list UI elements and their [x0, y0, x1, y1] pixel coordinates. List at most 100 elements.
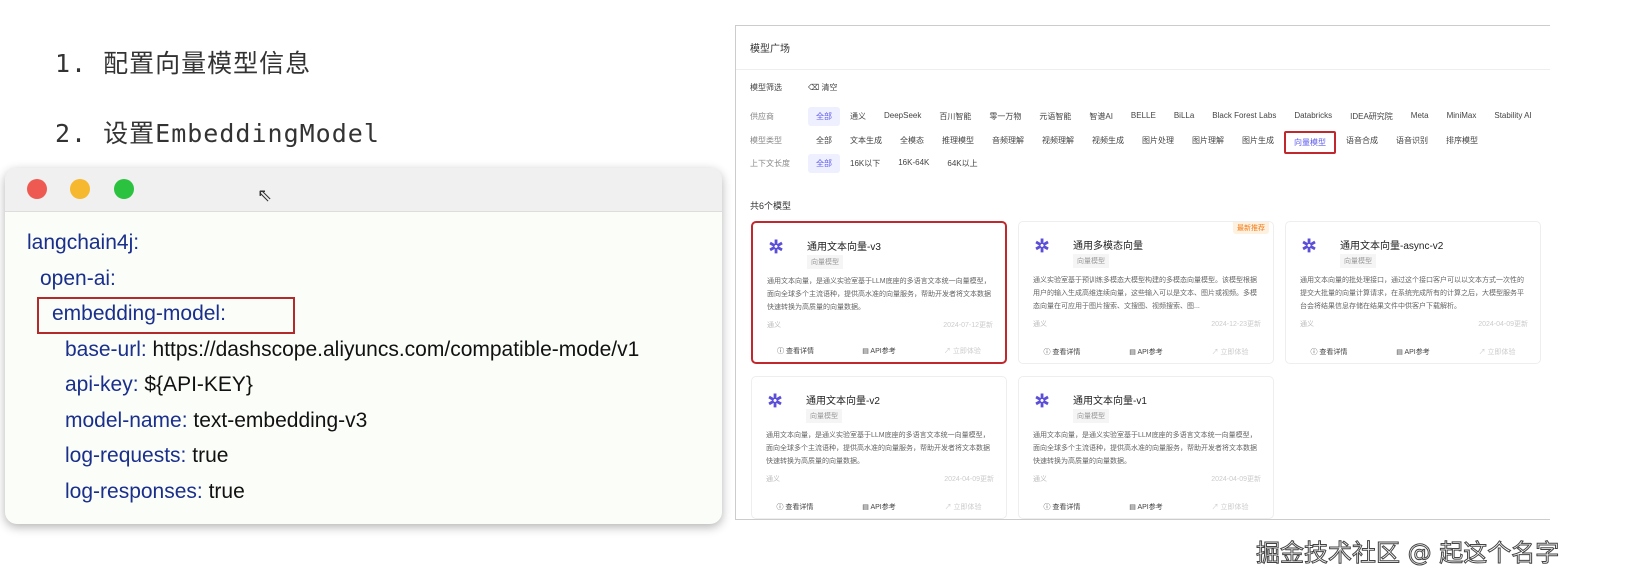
close-button[interactable]	[27, 179, 47, 199]
view-details-button[interactable]: ⓘ 查看详情	[1310, 347, 1347, 357]
tongyi-logo-icon: ✲	[1034, 391, 1050, 411]
filter-chip[interactable]: IDEA研究院	[1342, 107, 1401, 126]
model-card[interactable]: ✲ 通用文本向量-v2 向量模型 通用文本向量，是通义实验室基于LLM底座的多语…	[751, 376, 1007, 519]
model-description: 通用文本向量，是通义实验室基于LLM底座的多语言文本统一向量模型，面向全球多个主…	[1033, 432, 1257, 465]
yaml-key: base-url:	[65, 337, 147, 361]
filter-chip[interactable]: MiniMax	[1439, 107, 1485, 126]
card-actions: ⓘ 查看详情 ▤ API参考 ↗ 立即体验	[1019, 347, 1273, 357]
yaml-key: open-ai:	[40, 266, 116, 290]
code-line: log-responses: true	[65, 480, 245, 504]
view-details-button[interactable]: ⓘ 查看详情	[777, 346, 814, 356]
minimize-button[interactable]	[70, 179, 90, 199]
model-name[interactable]: 通用文本向量-v1	[1073, 392, 1147, 407]
api-reference-button[interactable]: ▤ API参考	[1396, 347, 1429, 357]
view-details-button[interactable]: ⓘ 查看详情	[1043, 347, 1080, 357]
model-updated-date: 2024-12-23更新	[1211, 321, 1261, 328]
filter-chip[interactable]: 图片理解	[1184, 131, 1232, 154]
api-reference-button[interactable]: ▤ API参考	[862, 502, 895, 512]
filter-chip[interactable]: 全部	[808, 154, 840, 173]
filter-chip[interactable]: Databricks	[1286, 107, 1340, 126]
filter-row: 全部 16K以下 16K-64K 64K以上	[808, 154, 988, 173]
code-line: api-key: ${API-KEY}	[65, 373, 253, 397]
model-tag: 向量模型	[807, 255, 843, 269]
filter-chip[interactable]: 音频理解	[984, 131, 1032, 154]
card-actions: ⓘ 查看详情 ▤ API参考 ↗ 立即体验	[753, 346, 1005, 356]
highlight-box	[37, 297, 295, 334]
model-provider: 通义	[767, 322, 781, 329]
api-reference-button[interactable]: ▤ API参考	[1129, 502, 1162, 512]
code-line: open-ai:	[40, 267, 116, 291]
filter-chip[interactable]: 全部	[808, 131, 840, 154]
model-card[interactable]: ✲ 通用文本向量-async-v2 向量模型 通用文本向量的批处理接口，通过这个…	[1285, 221, 1541, 364]
model-tag: 向量模型	[1340, 254, 1376, 268]
filter-chip[interactable]: 16K-64K	[890, 154, 937, 173]
model-description: 通用文本向量的批处理接口，通过这个接口客户可以以文本方式一次性的提交大批量的向量…	[1300, 277, 1524, 310]
filter-chip[interactable]: DeepSeek	[876, 107, 929, 126]
filter-chip[interactable]: Meta	[1403, 107, 1437, 126]
filter-chip[interactable]: 全部	[808, 107, 840, 126]
yaml-key: langchain4j:	[27, 231, 140, 254]
filter-chip[interactable]: 16K以下	[842, 154, 888, 173]
model-card[interactable]: ✲ 通用文本向量-v3 向量模型 通用文本向量，是通义实验室基于LLM底座的多语…	[751, 221, 1007, 364]
yaml-value: text-embedding-v3	[187, 408, 368, 432]
filter-chip[interactable]: 推理模型	[934, 131, 982, 154]
filter-chip[interactable]: 智谱AI	[1081, 107, 1121, 126]
model-card[interactable]: 最新推荐 ✲ 通用多模态向量 向量模型 通义实验室基于预训练多模态大模型构建的多…	[1018, 221, 1274, 364]
filter-chip[interactable]: 向量模型	[1284, 131, 1336, 154]
filter-chip[interactable]: 零一万物	[981, 107, 1029, 126]
model-description: 通义实验室基于预训练多模态大模型构建的多模态向量模型。该模型根据用户的输入生成高…	[1033, 277, 1257, 310]
model-description: 通用文本向量，是通义实验室基于LLM底座的多语言文本统一向量模型，面向全球多个主…	[766, 432, 990, 465]
filter-chip[interactable]: 语音合成	[1338, 131, 1386, 154]
clear-filter-button[interactable]: ⌫ 清空	[808, 82, 838, 93]
filter-chip[interactable]: 元语智能	[1031, 107, 1079, 126]
filter-chip[interactable]: 全模态	[892, 131, 932, 154]
model-provider: 通义	[1300, 321, 1314, 328]
filter-row-label: 供应商	[750, 112, 774, 121]
filter-chip[interactable]: BELLE	[1123, 107, 1164, 126]
filter-label: 模型筛选	[750, 83, 782, 92]
model-name[interactable]: 通用文本向量-v2	[806, 392, 880, 407]
window-titlebar: ⇖	[5, 168, 722, 212]
step-1: 1. 配置向量模型信息	[55, 49, 312, 78]
filter-row: 全部 文本生成 全模态 推理模型 音频理解 视频理解 视频生成 图片处理 图片理解 图片生成 向量模…	[808, 131, 1488, 154]
filter-chip[interactable]: BiLLa	[1166, 107, 1202, 126]
model-provider: 通义	[1033, 321, 1047, 328]
filter-chip[interactable]: Stability AI	[1486, 107, 1539, 126]
filter-chip[interactable]: 视频理解	[1034, 131, 1082, 154]
model-updated-date: 2024-04-09更新	[1211, 476, 1261, 483]
card-actions: ⓘ 查看详情 ▤ API参考 ↗ 立即体验	[1019, 502, 1273, 512]
try-now-button[interactable]: ↗ 立即体验	[944, 346, 981, 356]
filter-chip[interactable]: 图片处理	[1134, 131, 1182, 154]
filter-chip[interactable]: 排序模型	[1438, 131, 1486, 154]
api-reference-button[interactable]: ▤ API参考	[1129, 347, 1162, 357]
code-line: model-name: text-embedding-v3	[65, 409, 367, 433]
filter-chip[interactable]: 语音识别	[1388, 131, 1436, 154]
mouse-cursor-icon: ⇖	[257, 185, 273, 206]
try-now-button[interactable]: ↗ 立即体验	[1212, 502, 1249, 512]
model-updated-date: 2024-04-09更新	[944, 476, 994, 483]
try-now-button[interactable]: ↗ 立即体验	[1212, 347, 1249, 357]
model-updated-date: 2024-07-12更新	[943, 322, 993, 329]
panel-title: 模型广场	[750, 44, 790, 55]
filter-chip[interactable]: 百川智能	[931, 107, 979, 126]
try-now-button[interactable]: ↗ 立即体验	[945, 502, 982, 512]
filter-chip[interactable]: 视频生成	[1084, 131, 1132, 154]
filter-chip[interactable]: 文本生成	[842, 131, 890, 154]
model-updated-date: 2024-04-09更新	[1478, 321, 1528, 328]
try-now-button[interactable]: ↗ 立即体验	[1479, 347, 1516, 357]
filter-chip[interactable]: Black Forest Labs	[1204, 107, 1284, 126]
model-card[interactable]: ✲ 通用文本向量-v1 向量模型 通用文本向量，是通义实验室基于LLM底座的多语…	[1018, 376, 1274, 519]
maximize-button[interactable]	[114, 179, 134, 199]
view-details-button[interactable]: ⓘ 查看详情	[1043, 502, 1080, 512]
code-line: log-requests: true	[65, 444, 228, 468]
model-name[interactable]: 通用文本向量-v3	[807, 238, 881, 253]
filter-chip[interactable]: 64K以上	[939, 154, 985, 173]
code-line: base-url: https://dashscope.aliyuncs.com…	[65, 338, 639, 362]
view-details-button[interactable]: ⓘ 查看详情	[776, 502, 813, 512]
model-name[interactable]: 通用多模态向量	[1073, 237, 1143, 252]
model-name[interactable]: 通用文本向量-async-v2	[1340, 237, 1443, 252]
tongyi-logo-icon: ✲	[767, 391, 783, 411]
api-reference-button[interactable]: ▤ API参考	[862, 346, 895, 356]
filter-chip[interactable]: 图片生成	[1234, 131, 1282, 154]
filter-chip[interactable]: 通义	[842, 107, 874, 126]
